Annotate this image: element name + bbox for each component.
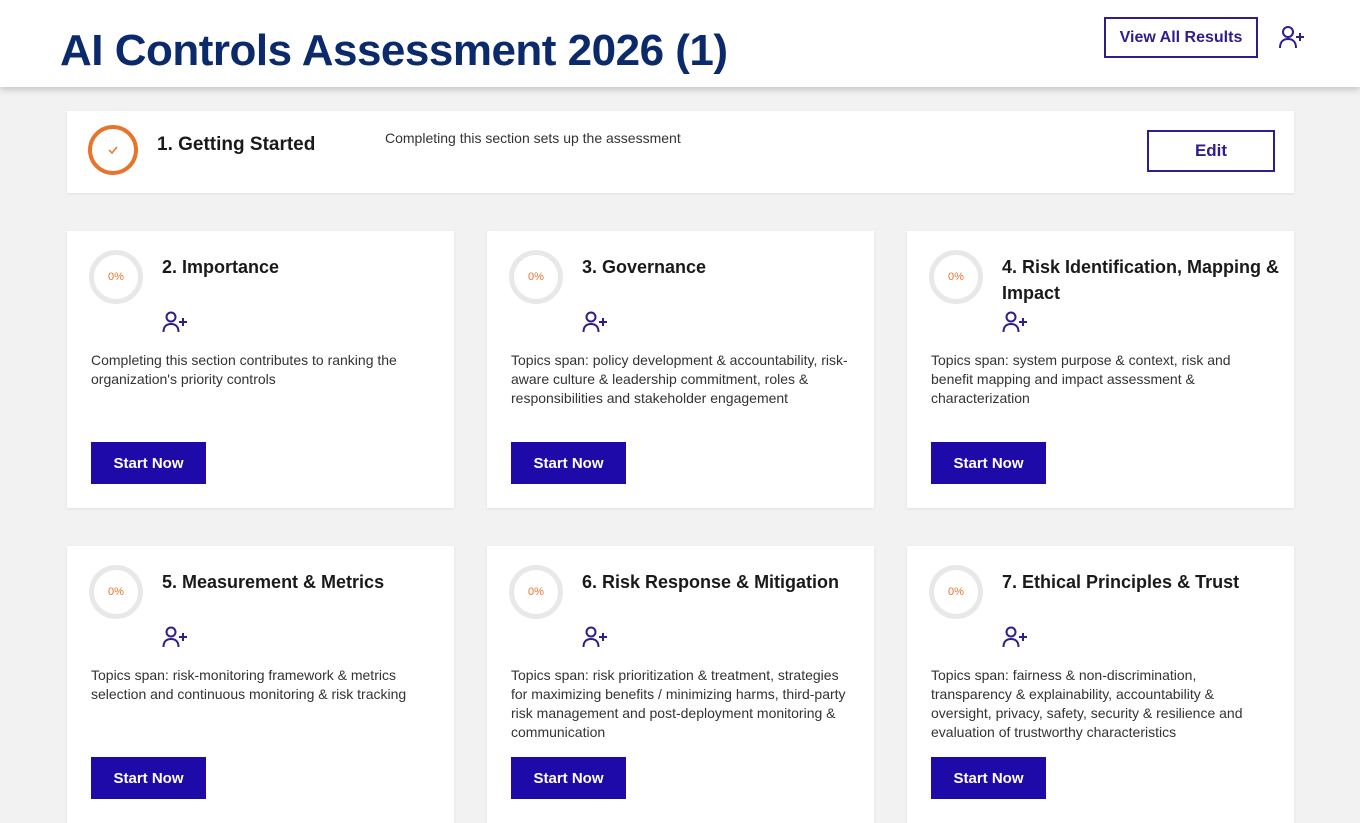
completed-status-ring <box>88 125 138 175</box>
section-title: 3. Governance <box>582 257 707 277</box>
progress-percent: 0% <box>948 586 964 598</box>
section-title: 6. Risk Response & Mitigation <box>582 572 840 592</box>
add-user-icon[interactable] <box>1278 24 1306 50</box>
progress-ring: 0% <box>929 565 983 619</box>
progress-percent: 0% <box>528 271 544 283</box>
start-now-button[interactable]: Start Now <box>931 757 1046 799</box>
progress-percent: 0% <box>108 586 124 598</box>
check-icon <box>107 145 119 155</box>
start-now-button[interactable]: Start Now <box>511 442 626 484</box>
start-now-button[interactable]: Start Now <box>511 757 626 799</box>
section-title: 2. Importance <box>162 257 280 277</box>
edit-button[interactable]: Edit <box>1147 130 1275 172</box>
section-title: 4. Risk Identification, Mapping & Impact <box>1002 257 1280 303</box>
start-now-button[interactable]: Start Now <box>91 442 206 484</box>
section-card-3: 0% 3. Governance Topics span: policy dev… <box>487 231 874 508</box>
view-all-results-button[interactable]: View All Results <box>1104 17 1258 58</box>
start-now-button[interactable]: Start Now <box>931 442 1046 484</box>
getting-started-description: Completing this section sets up the asse… <box>385 130 681 146</box>
progress-ring: 0% <box>89 250 143 304</box>
page-header: AI Controls Assessment 2026 (1) View All… <box>0 0 1360 87</box>
section-card-7: 0% 7. Ethical Principles & Trust Topics … <box>907 546 1294 823</box>
add-user-icon[interactable] <box>582 625 608 649</box>
getting-started-title: 1. Getting Started <box>157 134 316 155</box>
add-user-icon[interactable] <box>162 625 188 649</box>
section-card-5: 0% 5. Measurement & Metrics Topics span:… <box>67 546 454 823</box>
section-card-2: 0% 2. Importance Completing this section… <box>67 231 454 508</box>
progress-percent: 0% <box>948 271 964 283</box>
getting-started-section: 1. Getting Started Completing this secti… <box>67 111 1294 193</box>
section-description: Topics span: risk prioritization & treat… <box>511 667 846 740</box>
section-description: Topics span: policy development & accoun… <box>511 352 848 406</box>
page-title: AI Controls Assessment 2026 (1) <box>60 26 728 75</box>
progress-ring: 0% <box>89 565 143 619</box>
add-user-icon[interactable] <box>162 310 188 334</box>
section-title: 7. Ethical Principles & Trust <box>1002 572 1240 592</box>
progress-ring: 0% <box>509 250 563 304</box>
add-user-icon[interactable] <box>1002 310 1028 334</box>
section-description: Completing this section contributes to r… <box>91 352 397 387</box>
progress-percent: 0% <box>528 586 544 598</box>
progress-percent: 0% <box>108 271 124 283</box>
section-description: Topics span: risk-monitoring framework &… <box>91 667 407 702</box>
progress-ring: 0% <box>929 250 983 304</box>
section-description: Topics span: system purpose & context, r… <box>931 352 1231 406</box>
add-user-icon[interactable] <box>582 310 608 334</box>
section-title: 5. Measurement & Metrics <box>162 572 385 592</box>
add-user-icon[interactable] <box>1002 625 1028 649</box>
progress-ring: 0% <box>509 565 563 619</box>
section-card-6: 0% 6. Risk Response & Mitigation Topics … <box>487 546 874 823</box>
section-card-4: 0% 4. Risk Identification, Mapping & Imp… <box>907 231 1294 508</box>
section-description: Topics span: fairness & non-discriminati… <box>931 667 1243 740</box>
start-now-button[interactable]: Start Now <box>91 757 206 799</box>
